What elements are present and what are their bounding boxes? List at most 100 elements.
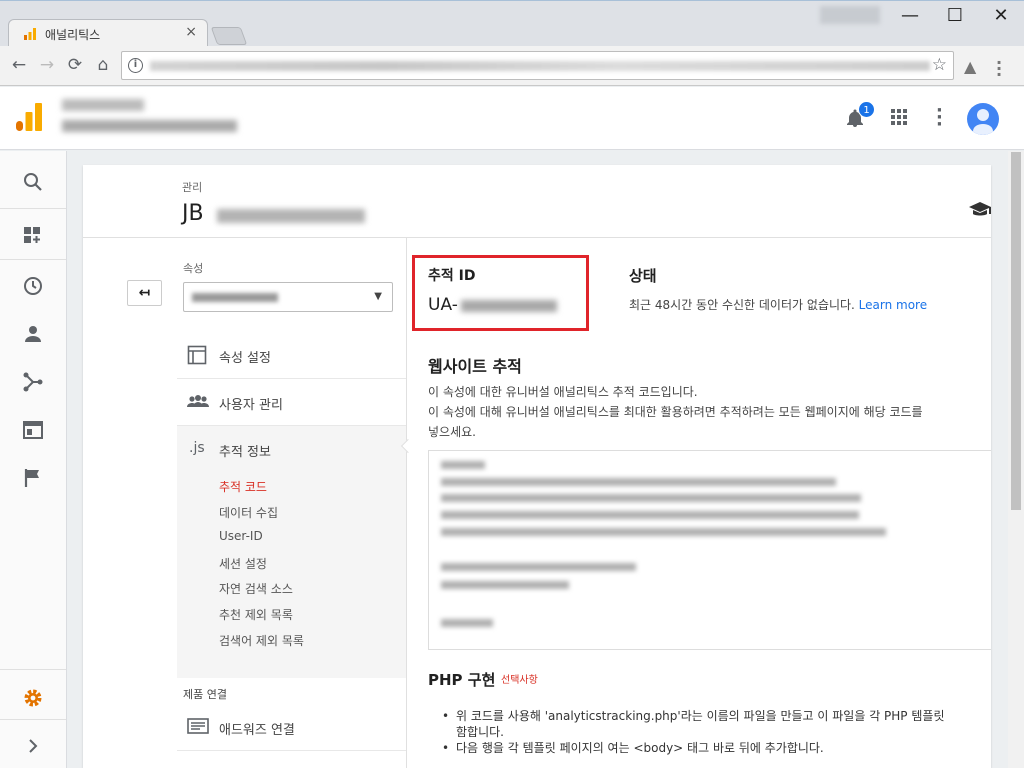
reload-icon[interactable]: ⟳ xyxy=(64,54,86,76)
tab-title: 애널리틱스 xyxy=(45,28,101,42)
menu-label: 속성 설정 xyxy=(219,351,271,366)
back-arrow-icon[interactable]: ← xyxy=(8,54,30,76)
list-item: 다음 행을 각 템플릿 페이지의 여는 <body> 태그 바로 뒤에 추가합니… xyxy=(428,740,944,756)
status-label: 상태 xyxy=(629,267,657,285)
property-select-value xyxy=(192,293,278,302)
code-line xyxy=(441,581,569,589)
notification-count-badge: 1 xyxy=(858,101,875,118)
back-button[interactable]: ↤ xyxy=(127,280,162,306)
new-tab-button[interactable] xyxy=(210,27,248,45)
sub-item-user-id[interactable]: User-ID xyxy=(219,529,263,543)
rail-divider xyxy=(0,208,66,209)
menu-user-management[interactable]: 사용자 관리 xyxy=(177,379,407,426)
browser-toolbar: ← → ⟳ ⌂ i ☆ ▲ · · · xyxy=(0,46,1024,86)
chevron-right-icon xyxy=(29,739,38,753)
scrollbar-thumb[interactable] xyxy=(1011,152,1021,510)
flag-icon xyxy=(24,469,39,487)
tracking-code-textarea[interactable] xyxy=(428,450,991,650)
desc-line: 넣으세요. xyxy=(428,425,476,439)
breadcrumb[interactable]: 관리 xyxy=(182,179,202,195)
left-rail-nav xyxy=(0,151,67,768)
code-line xyxy=(441,563,636,571)
gear-icon xyxy=(24,689,42,707)
desc-line: 이 속성에 대한 유니버설 애널리틱스 추적 코드입니다. xyxy=(428,385,698,399)
menu-adwords-linking[interactable]: 애드워즈 연결 xyxy=(177,704,407,751)
property-select[interactable]: ▼ xyxy=(183,282,393,312)
info-icon[interactable]: i xyxy=(128,58,143,73)
learn-more-link[interactable]: Learn more xyxy=(859,298,927,312)
home-icon[interactable]: ⌂ xyxy=(92,54,114,76)
tracking-id-label: 추적 ID xyxy=(428,268,476,284)
window-user-label xyxy=(820,6,880,24)
page-title: JB xyxy=(182,201,204,226)
google-analytics-logo-icon xyxy=(16,103,42,131)
close-window-button[interactable]: ✕ xyxy=(978,3,1024,31)
forward-arrow-icon[interactable]: → xyxy=(36,54,58,76)
rail-expand[interactable] xyxy=(0,721,66,768)
code-line xyxy=(441,494,861,502)
rail-customization[interactable] xyxy=(0,211,66,259)
sub-item-data-collection[interactable]: 데이터 수집 xyxy=(219,504,278,521)
status-message: 최근 48시간 동안 수신한 데이터가 없습니다. xyxy=(629,298,855,312)
rail-conversions[interactable] xyxy=(0,453,66,501)
url-text xyxy=(150,61,930,71)
sub-item-referral-exclusion[interactable]: 추천 제외 목록 xyxy=(219,606,293,623)
account-name[interactable] xyxy=(62,99,144,111)
menu-tracking-info[interactable]: .js 추적 정보 추적 코드 데이터 수집 User-ID 세션 설정 자연 … xyxy=(177,426,407,678)
admin-main-card: 관리 JB ↤ 속성 ▼ 속성 설정 사용자 관리 .js 추적 정보 추적 코… xyxy=(83,165,991,768)
browser-tab[interactable]: 애널리틱스 × xyxy=(8,19,208,47)
menu-label: 애드워즈 연결 xyxy=(219,723,295,738)
chevron-down-icon: ▼ xyxy=(374,291,382,302)
fork-arrows-icon xyxy=(23,372,43,392)
sub-item-search-term-exclusion[interactable]: 검색어 제외 목록 xyxy=(219,632,304,649)
sub-item-organic-sources[interactable]: 자연 검색 소스 xyxy=(219,580,293,597)
sub-item-tracking-code[interactable]: 추적 코드 xyxy=(219,478,267,495)
rail-search[interactable] xyxy=(0,157,66,205)
rail-divider xyxy=(0,259,66,260)
drive-extension-icon[interactable]: ▲ xyxy=(964,57,976,76)
php-instructions: 위 코드를 사용해 'analyticstracking.php'라는 이름의 … xyxy=(428,708,944,756)
graduation-cap-icon[interactable] xyxy=(969,201,991,217)
address-bar[interactable]: i ☆ xyxy=(121,51,954,80)
website-tracking-title: 웹사이트 추적 xyxy=(428,357,522,376)
maximize-button[interactable]: ☐ xyxy=(932,3,978,31)
rail-admin[interactable] xyxy=(0,673,66,721)
code-line xyxy=(441,528,886,536)
menu-label: 추적 정보 xyxy=(219,445,271,460)
sub-item-session-settings[interactable]: 세션 설정 xyxy=(219,555,267,572)
bookmark-star-icon[interactable]: ☆ xyxy=(932,55,947,75)
person-icon xyxy=(25,326,41,342)
code-line xyxy=(441,511,859,519)
minimize-button[interactable]: — xyxy=(887,3,933,31)
analytics-favicon-icon xyxy=(24,28,36,40)
optional-label: 선택사항 xyxy=(501,675,538,686)
tracking-id-value: UA- xyxy=(428,295,458,315)
tab-close-icon[interactable]: × xyxy=(185,24,197,40)
tracking-id-number xyxy=(461,300,557,312)
list-item: 위 코드를 사용해 'analyticstracking.php'라는 이름의 … xyxy=(428,708,944,724)
product-linking-label: 제품 연결 xyxy=(183,688,227,701)
user-avatar[interactable] xyxy=(967,103,999,135)
ga-header: 1 · · · xyxy=(0,87,1024,150)
more-options-icon[interactable]: · · · xyxy=(936,102,943,134)
menu-property-settings[interactable]: 속성 설정 xyxy=(177,332,407,379)
code-line xyxy=(441,478,836,486)
rail-acquisition[interactable] xyxy=(0,357,66,405)
status-text: 최근 48시간 동안 수신한 데이터가 없습니다. Learn more xyxy=(629,296,927,313)
search-icon xyxy=(24,173,42,191)
apps-grid-icon[interactable] xyxy=(891,109,907,125)
account-title-text xyxy=(217,209,365,223)
chrome-menu-icon[interactable]: · · · xyxy=(996,55,1002,83)
desc-line: 이 속성에 대해 유니버설 애널리틱스를 최대한 활용하려면 추적하려는 모든 … xyxy=(428,405,923,419)
browser-titlebar: 애널리틱스 × — ☐ ✕ xyxy=(0,0,1024,47)
property-view-name[interactable] xyxy=(62,120,237,132)
rail-realtime[interactable] xyxy=(0,261,66,309)
menu-label: 사용자 관리 xyxy=(219,398,283,413)
rail-behavior[interactable] xyxy=(0,405,66,453)
code-line xyxy=(441,619,493,627)
property-column: 속성 ▼ 속성 설정 사용자 관리 .js 추적 정보 추적 코드 데이터 수집… xyxy=(177,238,407,768)
rail-audience[interactable] xyxy=(0,309,66,357)
dashboard-add-icon xyxy=(24,227,40,243)
person-avatar-icon xyxy=(973,109,993,135)
users-group-icon xyxy=(187,395,209,407)
